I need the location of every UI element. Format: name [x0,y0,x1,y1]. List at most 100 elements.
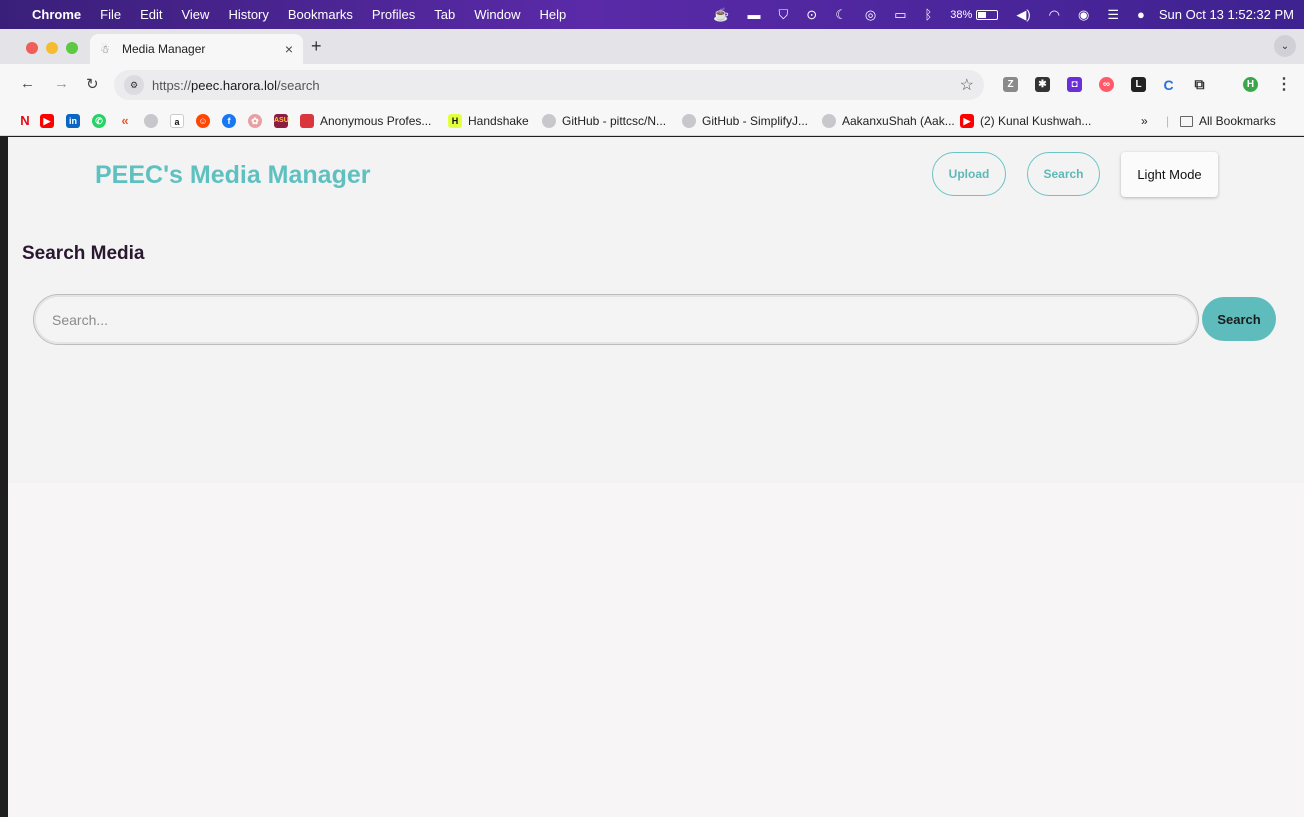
extension-dark-icon[interactable]: ✱ [1035,77,1050,92]
bookmark-aakanxushah[interactable]: AakanxuShah (Aak... [822,113,955,129]
maximize-window-button[interactable] [66,42,78,54]
github-icon [144,114,158,128]
url-scheme: https:// [152,77,192,93]
asu-icon: ASU [274,114,289,128]
tab-strip: ☃ Media Manager × + ⌄ [0,29,1304,64]
reddit-icon: ☺ [196,114,210,128]
tab-title: Media Manager [122,42,206,56]
folder-icon [1180,115,1193,127]
all-bookmarks-label: All Bookmarks [1199,114,1276,128]
bookmark-github[interactable] [144,113,164,129]
bookmark-reddit[interactable]: ☺ [196,113,216,129]
menu-view[interactable]: View [181,7,209,22]
extension-infinity-icon[interactable]: ∞ [1099,77,1114,92]
battery-icon[interactable] [976,9,999,20]
battery-percent: 38% [950,8,973,21]
volume-icon[interactable]: ◀) [1016,7,1030,23]
bookmark-github-pittcsc[interactable]: GitHub - pittcsc/N... [542,113,666,129]
reload-icon[interactable]: ↻ [86,75,99,93]
bookmark-youtube[interactable]: ▶ [40,113,60,129]
amazon-icon: a [170,114,184,128]
user-icon[interactable]: ◉ [1078,7,1089,23]
search-field-container[interactable] [33,294,1199,345]
menu-help[interactable]: Help [540,7,567,22]
bookmark-github-simplify[interactable]: GitHub - SimplifyJ... [682,113,808,129]
keyboard-icon[interactable]: ▬ [748,7,761,22]
extension-purple-icon[interactable]: ◘ [1067,77,1082,92]
back-arrow-icon[interactable]: ← [20,75,35,92]
book-icon [300,114,314,128]
flower-icon: ✿ [248,114,262,128]
page-heading: Search Media [22,243,145,264]
bookmark-star-icon[interactable]: ☆ [960,75,974,95]
all-bookmarks[interactable]: All Bookmarks [1180,113,1276,129]
bluetooth-icon[interactable]: ᛒ [924,7,932,22]
bookmarks-bar: N ▶ in ✆ « a ☺ f ✿ ASU Anonymous Profes.… [0,106,1304,136]
github-icon [682,114,696,128]
extension-leetcode-icon[interactable]: L [1131,77,1146,92]
menu-tab[interactable]: Tab [434,7,455,22]
menu-app-name[interactable]: Chrome [32,7,81,22]
moon-icon[interactable]: ☾ [835,7,847,23]
facebook-icon: f [222,114,236,128]
status-area: ☕ ▬ ⛉ ⊙ ☾ ◎ ▭ ᛒ 38% ◀) ◠ ◉ ☰ ● Sun Oct 1… [695,0,1294,29]
tab-search-chevron-icon[interactable]: ⌄ [1274,35,1296,57]
extension-zotero-icon[interactable]: Z [1003,77,1018,92]
menu-file[interactable]: File [100,7,121,22]
bookmark-asu[interactable]: ✿ [248,113,268,129]
whatsapp-icon: ✆ [92,114,106,128]
github-icon [542,114,556,128]
bookmark-handshake[interactable]: H Handshake [448,113,529,129]
brand-title[interactable]: PEEC's Media Manager [95,161,370,190]
tab-close-icon[interactable]: × [285,41,293,57]
bookmark-anonymous-profes[interactable]: Anonymous Profes... [300,113,431,129]
orange-chevron-icon: « [121,113,129,128]
theme-toggle-button[interactable]: Light Mode [1121,152,1218,197]
bookmark-netflix[interactable]: N [18,113,38,129]
new-tab-icon[interactable]: + [311,36,322,57]
bookmark-label: (2) Kunal Kushwah... [980,114,1092,128]
wifi-icon[interactable]: ◠ [1049,7,1060,23]
browser-toolbar: ← → ↻ ⚙ https:// peec.harora.lol /search… [0,64,1304,106]
search-input[interactable] [52,311,1180,328]
youtube-icon: ▶ [40,114,54,128]
tab-media-manager[interactable]: ☃ Media Manager × [90,34,303,64]
bookmark-asu-logo[interactable]: ASU [274,113,294,129]
coffee-icon[interactable]: ☕ [713,7,729,23]
handshake-icon: H [448,114,462,128]
bookmark-whatsapp[interactable]: ✆ [92,113,112,129]
bookmarks-overflow-icon[interactable]: » [1141,113,1148,129]
bookmark-amazon[interactable]: a [170,113,190,129]
search-submit-button[interactable]: Search [1202,297,1276,341]
minimize-window-button[interactable] [46,42,58,54]
menu-profiles[interactable]: Profiles [372,7,415,22]
extensions-puzzle-icon[interactable]: ⧉ [1192,76,1207,92]
siri-icon[interactable]: ● [1137,7,1145,22]
clock[interactable]: Sun Oct 13 1:52:32 PM [1159,7,1294,22]
close-window-button[interactable] [26,42,38,54]
browser-menu-icon[interactable]: ⋮ [1276,74,1292,94]
control-center-icon[interactable]: ☰ [1107,7,1119,23]
display-icon[interactable]: ▭ [894,7,906,23]
bookmark-facebook[interactable]: f [222,113,242,129]
search-nav-button[interactable]: Search [1027,152,1100,196]
play-icon[interactable]: ⊙ [806,7,817,23]
menu-window[interactable]: Window [474,7,520,22]
bookmark-label: GitHub - pittcsc/N... [562,114,667,128]
site-info-icon[interactable]: ⚙ [124,75,144,95]
airdrop-icon[interactable]: ◎ [865,7,876,23]
url-host: peec.harora.lol [191,77,278,93]
bookmark-linkedin[interactable]: in [66,113,86,129]
menu-history[interactable]: History [228,7,268,22]
upload-nav-button[interactable]: Upload [932,152,1006,196]
extension-c-icon[interactable]: C [1161,77,1176,93]
bookmark-kunal-kushwaha[interactable]: ▶ (2) Kunal Kushwah... [960,113,1091,129]
bookmark-orange[interactable]: « [118,113,138,129]
profile-avatar[interactable]: H [1243,77,1258,92]
forward-arrow-icon[interactable]: → [54,75,69,92]
menu-edit[interactable]: Edit [140,7,162,22]
bookmark-label: Handshake [468,114,529,128]
address-bar[interactable]: ⚙ https:// peec.harora.lol /search ☆ [114,70,984,100]
shield-icon[interactable]: ⛉ [779,7,789,23]
menu-bookmarks[interactable]: Bookmarks [288,7,353,22]
